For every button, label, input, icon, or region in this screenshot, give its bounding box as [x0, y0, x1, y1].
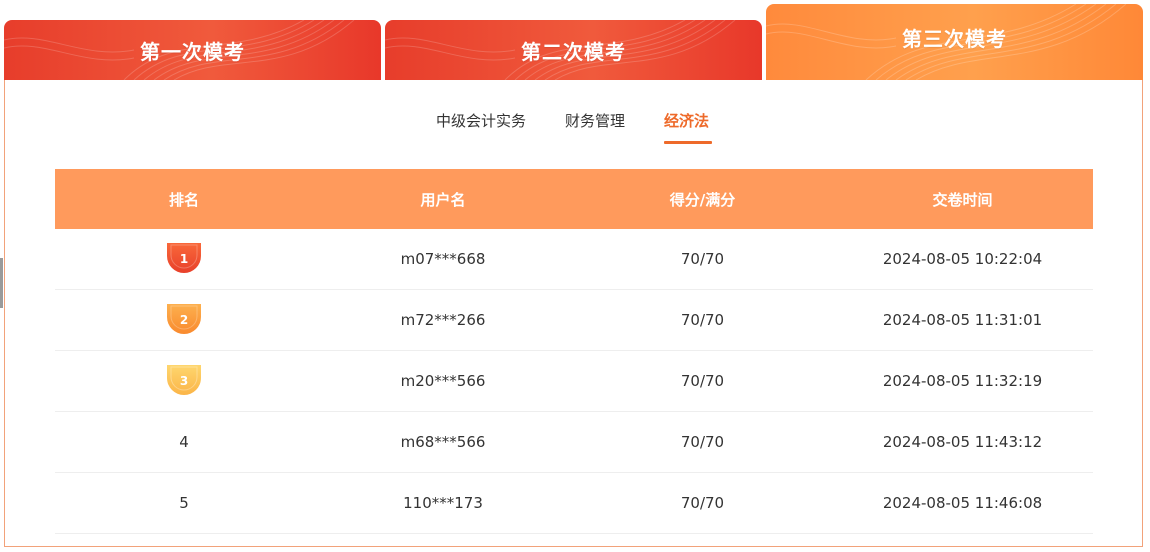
header-submit-time: 交卷时间	[932, 190, 993, 209]
time-cell: 2024-08-05 11:43:12	[882, 433, 1043, 451]
table-header: 排名 用户名 得分/满分 交卷时间	[55, 169, 1093, 229]
subtab-intermediate-accounting[interactable]: 中级会计实务	[436, 110, 526, 146]
username-cell: m68***566	[400, 433, 486, 451]
tab-label: 第二次模考	[521, 39, 626, 64]
table-row: 3 m20***566 70/70 2024-08-05 11:32:19	[55, 351, 1093, 412]
table-row: 5 110***173 70/70 2024-08-05 11:46:08	[55, 473, 1093, 534]
table-row: 1 m07***668 70/70 2024-08-05 10:22:04	[55, 229, 1093, 290]
header-score: 得分/满分	[669, 190, 736, 209]
username-cell: m72***266	[400, 311, 486, 329]
header-username: 用户名	[420, 190, 466, 209]
score-cell: 70/70	[680, 433, 725, 451]
time-cell: 2024-08-05 11:46:08	[882, 494, 1043, 512]
rank-cell: 4	[179, 433, 189, 451]
time-cell: 2024-08-05 11:32:19	[882, 372, 1043, 390]
rank-number: 3	[179, 374, 189, 388]
header-rank: 排名	[168, 190, 199, 209]
subtab-label: 经济法	[664, 112, 710, 130]
score-cell: 70/70	[680, 372, 725, 390]
left-edge-strip	[0, 258, 3, 308]
tab-third-mock-exam[interactable]: 第三次模考	[766, 4, 1143, 80]
rank-cell: 5	[179, 494, 189, 512]
table-row: 4 m68***566 70/70 2024-08-05 11:43:12	[55, 412, 1093, 473]
username-cell: m07***668	[400, 250, 486, 268]
tab-label: 第三次模考	[902, 26, 1007, 51]
score-cell: 70/70	[680, 494, 725, 512]
rank-number: 1	[179, 252, 189, 266]
medal-icon: 1	[167, 243, 201, 273]
subtab-economic-law[interactable]: 经济法	[664, 110, 712, 146]
table-row: 2 m72***266 70/70 2024-08-05 11:31:01	[55, 290, 1093, 351]
score-cell: 70/70	[680, 311, 725, 329]
tab-label: 第一次模考	[140, 39, 245, 64]
subject-tabs: 中级会计实务 财务管理 经济法	[0, 110, 1150, 150]
time-cell: 2024-08-05 11:31:01	[882, 311, 1043, 329]
time-cell: 2024-08-05 10:22:04	[882, 250, 1043, 268]
username-cell: 110***173	[403, 494, 483, 512]
active-underline	[664, 141, 712, 144]
tab-second-mock-exam[interactable]: 第二次模考	[385, 20, 762, 80]
score-cell: 70/70	[680, 250, 725, 268]
rank-number: 2	[179, 313, 189, 327]
medal-icon: 2	[167, 304, 201, 334]
medal-icon: 3	[167, 365, 201, 395]
tab-first-mock-exam[interactable]: 第一次模考	[4, 20, 381, 80]
username-cell: m20***566	[400, 372, 486, 390]
subtab-financial-management[interactable]: 财务管理	[565, 110, 625, 146]
ranking-table: 排名 用户名 得分/满分 交卷时间 1 m07***668 70/70 2024…	[55, 169, 1093, 534]
